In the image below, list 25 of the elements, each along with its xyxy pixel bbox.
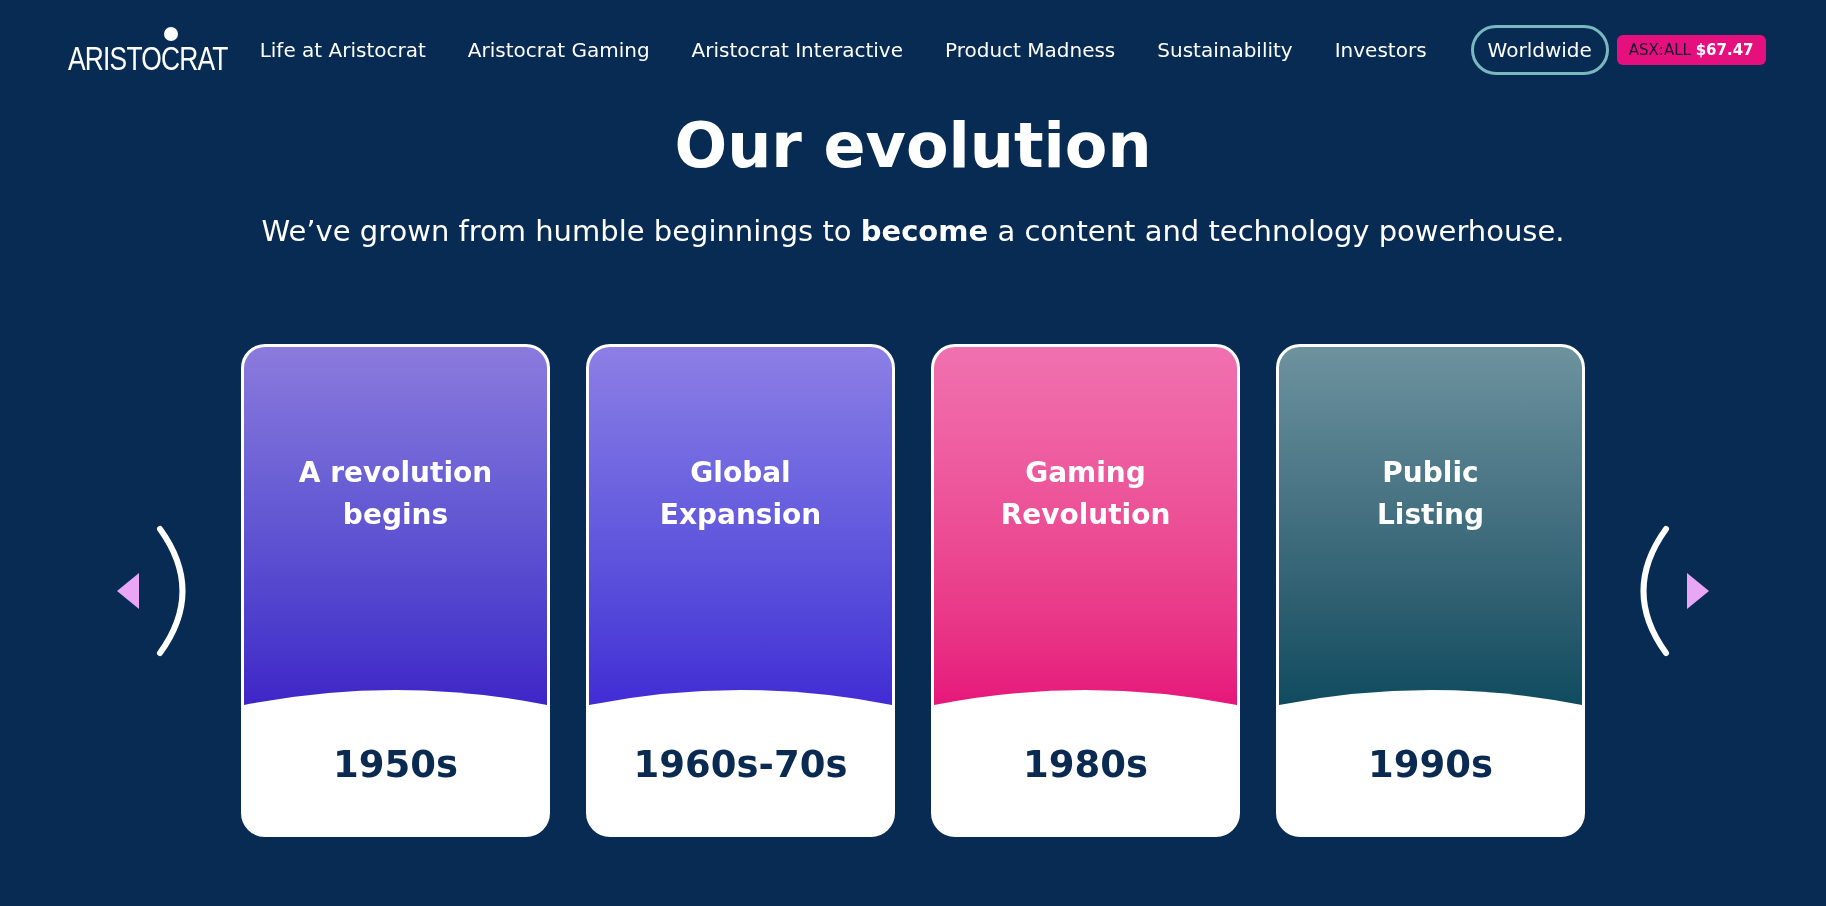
section-subtitle: We’ve grown from humble beginnings to become a content and technology powerhouse.	[261, 214, 1565, 249]
card-period: 1960s-70s	[632, 742, 849, 789]
nav-link[interactable]: Aristocrat Interactive	[691, 38, 903, 62]
nav-link[interactable]: Sustainability	[1157, 38, 1293, 62]
region-button[interactable]: Worldwide	[1470, 25, 1609, 75]
timeline-card[interactable]: Gaming Revolution 1980s	[931, 344, 1240, 838]
card-title: Public Listing	[1375, 455, 1486, 534]
card-title: Gaming Revolution	[999, 455, 1172, 534]
nav-link[interactable]: Aristocrat Gaming	[467, 38, 650, 62]
card-period: 1950s	[332, 742, 459, 789]
card-title: A revolution begins	[297, 455, 494, 534]
logo-text: ARISTOCRAT	[67, 41, 228, 75]
timeline-card[interactable]: A revolution begins 1950s	[241, 344, 550, 838]
timeline-card[interactable]: Global Expansion 1960s-70s	[586, 344, 895, 838]
stock-badge: ASX:ALL $67.47	[1616, 35, 1766, 65]
card-title: Global Expansion	[658, 455, 823, 534]
nav-link[interactable]: Investors	[1334, 38, 1427, 62]
card-period: 1990s	[1367, 742, 1494, 789]
card-period: 1980s	[1022, 742, 1149, 789]
logo[interactable]: ARISTOCRAT	[48, 25, 248, 75]
nav-link[interactable]: Life at Aristocrat	[259, 38, 426, 62]
section-title: Our evolution	[674, 112, 1152, 181]
nav-link[interactable]: Product Madness	[944, 38, 1116, 62]
logo-dot-icon	[162, 25, 179, 42]
timeline-card[interactable]: Public Listing 1990s	[1276, 344, 1585, 838]
